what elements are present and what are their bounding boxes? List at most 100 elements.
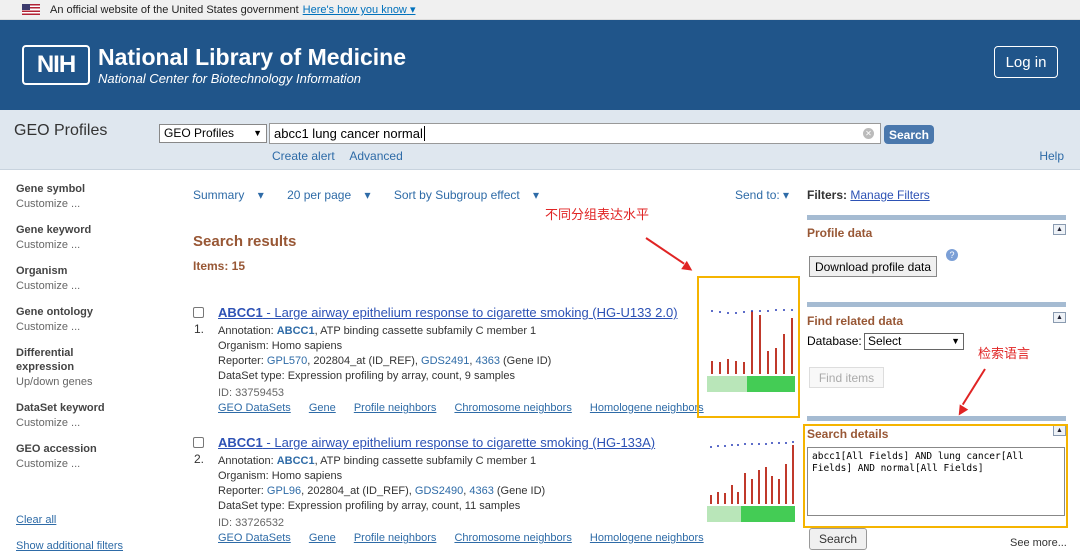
- profile-bar: [717, 491, 720, 504]
- show-additional-filters-link[interactable]: Show additional filters: [16, 540, 123, 552]
- find-related-heading: Find related data: [807, 314, 904, 328]
- chromosome-neighbors-link[interactable]: Chromosome neighbors: [454, 402, 571, 414]
- gpl-link[interactable]: GPL570: [267, 355, 307, 367]
- geo-datasets-link[interactable]: GEO DataSets: [218, 532, 291, 544]
- facet-customize-link[interactable]: Customize ...: [16, 415, 166, 431]
- profile-bar: [730, 485, 733, 504]
- result-title-link[interactable]: ABCC1 - Large airway epithelium response…: [218, 305, 678, 320]
- find-items-button[interactable]: Find items: [809, 367, 884, 388]
- result-organism: Organism: Homo sapiens: [218, 470, 343, 482]
- facet-customize-link[interactable]: Customize ...: [16, 319, 166, 335]
- result-id: ID: 33726532: [218, 517, 285, 529]
- caret-down-icon: ▾: [257, 188, 264, 202]
- summary-format-menu[interactable]: Summary ▾: [193, 188, 274, 202]
- expression-profile-chart[interactable]: [707, 434, 795, 522]
- collapse-section-icon[interactable]: ▲: [1053, 312, 1066, 323]
- create-alert-link[interactable]: Create alert: [272, 149, 335, 163]
- collapse-section-icon[interactable]: ▲: [1053, 224, 1066, 235]
- facet-title: DataSet keyword: [16, 402, 105, 414]
- facet-customize-link[interactable]: Customize ...: [16, 237, 166, 253]
- gene-id-link[interactable]: 4363: [469, 485, 493, 497]
- facet-customize-link[interactable]: Customize ...: [16, 456, 166, 472]
- facet-title: Gene keyword: [16, 224, 92, 236]
- per-page-menu[interactable]: 20 per page ▾: [287, 188, 380, 202]
- gds-link[interactable]: GDS2491: [421, 355, 469, 367]
- facet-organism: Organism Customize ...: [16, 264, 166, 294]
- database-label: Database:: [807, 334, 862, 348]
- result-related-links: GEO DataSets Gene Profile neighbors Chro…: [218, 402, 719, 414]
- profile-rank-dot: [723, 445, 726, 447]
- profile-bar: [784, 463, 787, 504]
- homologene-neighbors-link[interactable]: Homologene neighbors: [590, 532, 704, 544]
- database-title: GEO Profiles: [14, 122, 108, 139]
- gov-banner-text: An official website of the United States…: [50, 3, 299, 16]
- profile-rank-dot: [737, 444, 740, 446]
- database-select[interactable]: GEO Profiles ▼: [159, 124, 267, 143]
- geo-datasets-link[interactable]: GEO DataSets: [218, 402, 291, 414]
- profile-rank-dot: [764, 443, 767, 445]
- profile-bar: [778, 479, 781, 504]
- profile-bar: [723, 492, 726, 504]
- facet-customize-link[interactable]: Customize ...: [16, 196, 166, 212]
- result-item: 1. ABCC1 - Large airway epithelium respo…: [193, 305, 704, 420]
- chromosome-neighbors-link[interactable]: Chromosome neighbors: [454, 532, 571, 544]
- profile-neighbors-link[interactable]: Profile neighbors: [354, 532, 437, 544]
- gpl-link[interactable]: GPL96: [267, 485, 301, 497]
- results-heading: Search results: [193, 233, 297, 250]
- see-more-link[interactable]: See more...: [1010, 537, 1067, 549]
- gds-link[interactable]: GDS2490: [415, 485, 463, 497]
- gov-banner: An official website of the United States…: [0, 0, 1080, 20]
- homologene-neighbors-link[interactable]: Homologene neighbors: [590, 402, 704, 414]
- search-input[interactable]: abcc1 lung cancer normal ✕: [269, 123, 881, 144]
- sort-menu[interactable]: Sort by Subgroup effect ▾: [394, 188, 549, 202]
- result-checkbox[interactable]: [193, 437, 204, 448]
- login-button[interactable]: Log in: [994, 46, 1058, 78]
- facet-differential-expression: Differential expression Up/down genes: [16, 346, 166, 390]
- site-title[interactable]: National Library of Medicine: [98, 44, 406, 71]
- profile-bar: [744, 473, 747, 504]
- annotation-arrow: [645, 237, 685, 265]
- gene-link[interactable]: Gene: [309, 532, 336, 544]
- section-divider: [807, 215, 1066, 220]
- related-database-select[interactable]: Select ▼: [864, 333, 964, 350]
- clear-search-icon[interactable]: ✕: [863, 128, 874, 139]
- clear-all-link[interactable]: Clear all: [16, 514, 56, 526]
- manage-filters-link[interactable]: Manage Filters: [850, 188, 929, 202]
- search-button[interactable]: Search: [884, 125, 934, 144]
- filter-sidebar: Gene symbol Customize ... Gene keyword C…: [16, 182, 166, 483]
- profile-bar: [771, 476, 774, 504]
- result-title-link[interactable]: ABCC1 - Large airway epithelium response…: [218, 435, 655, 450]
- profile-rank-dot: [751, 443, 753, 445]
- facet-title: Gene ontology: [16, 306, 93, 318]
- send-to-menu[interactable]: Send to: ▾: [735, 188, 789, 202]
- facet-gene-ontology: Gene ontology Customize ...: [16, 305, 166, 335]
- result-checkbox[interactable]: [193, 307, 204, 318]
- help-link[interactable]: Help: [1039, 149, 1064, 163]
- filters-label: Filters: Manage Filters: [807, 188, 930, 202]
- results-toolbar: Summary ▾ 20 per page ▾ Sort by Subgroup…: [193, 188, 559, 202]
- download-profile-data-button[interactable]: Download profile data: [809, 256, 937, 277]
- facet-gene-symbol: Gene symbol Customize ...: [16, 182, 166, 212]
- search-details-search-button[interactable]: Search: [809, 528, 867, 550]
- profile-neighbors-link[interactable]: Profile neighbors: [354, 402, 437, 414]
- items-count: Items: 15: [193, 259, 246, 273]
- gene-link[interactable]: Gene: [309, 402, 336, 414]
- result-id: ID: 33759453: [218, 387, 285, 399]
- facet-title: Differential expression: [16, 347, 75, 373]
- caret-down-icon: ▾: [783, 188, 790, 202]
- search-bar: GEO Profiles GEO Profiles ▼ abcc1 lung c…: [0, 110, 1080, 170]
- gene-id-link[interactable]: 4363: [475, 355, 499, 367]
- facet-customize-link[interactable]: Customize ...: [16, 278, 166, 294]
- facet-updown-link[interactable]: Up/down genes: [16, 374, 166, 390]
- facet-title: Gene symbol: [16, 183, 86, 195]
- heres-how-you-know-link[interactable]: Here's how you know ▾: [303, 3, 416, 16]
- profile-rank-dot: [791, 441, 794, 443]
- help-icon[interactable]: ?: [946, 249, 958, 261]
- profile-bar: [737, 491, 740, 504]
- advanced-search-link[interactable]: Advanced: [349, 149, 402, 163]
- nih-logo[interactable]: NIH: [22, 45, 90, 85]
- facet-dataset-keyword: DataSet keyword Customize ...: [16, 401, 166, 431]
- result-reporter: Reporter: GPL570, 202804_at (ID_REF), GD…: [218, 355, 552, 367]
- facet-geo-accession: GEO accession Customize ...: [16, 442, 166, 472]
- site-header: NIH National Library of Medicine Nationa…: [0, 20, 1080, 110]
